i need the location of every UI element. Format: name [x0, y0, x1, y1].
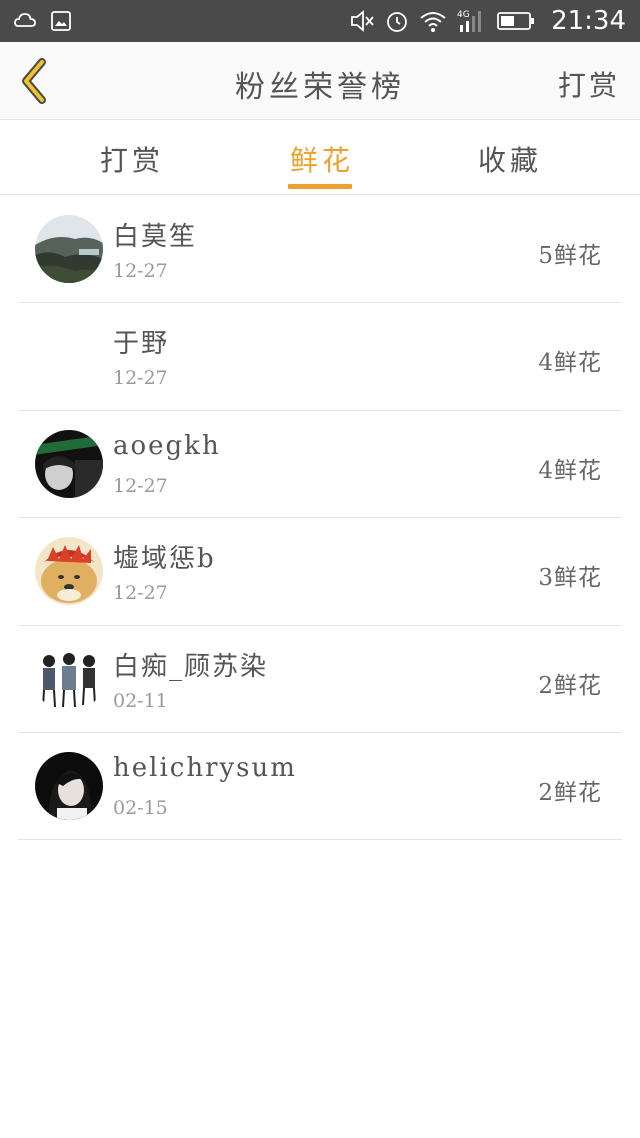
landscape-avatar-image	[35, 215, 103, 283]
flower-count: 2鲜花	[538, 779, 602, 806]
fan-name: 白痴_顾苏染	[113, 651, 269, 682]
wifi-icon	[420, 12, 446, 32]
alarm-icon	[387, 12, 407, 32]
girl-portrait-avatar-image	[35, 751, 103, 820]
clock-time: 21:34	[551, 6, 626, 36]
fan-date: 12-27	[113, 260, 168, 282]
list-item[interactable]: 白莫笙 12-27 5鲜花	[18, 196, 622, 304]
avatar	[35, 322, 103, 390]
status-bar-left	[14, 10, 72, 32]
avatar	[35, 215, 103, 283]
fan-name: aoegkh	[113, 430, 221, 461]
avatar	[35, 644, 103, 713]
sketch-figures-avatar-image	[35, 644, 103, 713]
list-item[interactable]: 白痴_顾苏染 02-11 2鲜花	[18, 626, 622, 733]
fan-name: 白莫笙	[113, 222, 198, 252]
active-tab-indicator	[288, 184, 352, 189]
avatar	[35, 537, 103, 606]
flower-count: 3鲜花	[538, 565, 602, 592]
signal-icon: 4G	[457, 10, 482, 32]
network-type-label: 4G	[457, 10, 470, 20]
flower-count: 5鲜花	[538, 243, 602, 269]
status-bar: 4G 21:34	[0, 0, 640, 42]
dark-portrait-avatar-image	[35, 429, 103, 498]
status-bar-right: 4G 21:34	[349, 6, 626, 36]
tab-flowers[interactable]: 鲜花	[290, 139, 354, 179]
avatar	[35, 751, 103, 820]
fan-date: 02-15	[113, 796, 168, 819]
fan-name: 于野	[113, 329, 170, 360]
flower-count: 4鲜花	[538, 350, 602, 377]
flower-count: 4鲜花	[538, 457, 602, 484]
list-item[interactable]: 于野 12-27 4鲜花	[18, 303, 622, 411]
fan-name: 墟域惩b	[113, 544, 216, 575]
battery-icon	[497, 12, 535, 30]
avatar	[35, 429, 103, 498]
tab-reward[interactable]: 打赏	[100, 139, 164, 179]
list-item[interactable]: aoegkh 12-27 4鲜花	[18, 411, 622, 519]
fan-date: 12-27	[113, 474, 168, 497]
tab-bar: 打赏 鲜花 收藏	[0, 121, 640, 195]
list-item[interactable]: helichrysum 02-15 2鲜花	[18, 733, 622, 841]
flower-count: 2鲜花	[538, 672, 602, 699]
nav-bar: 粉丝荣誉榜 打赏	[0, 42, 640, 120]
doge-avatar-image	[35, 537, 103, 606]
fan-list: 白莫笙 12-27 5鲜花 于野 12-27 4鲜花 aoegkh 12-27 …	[18, 196, 622, 841]
page-title: 粉丝荣誉榜	[235, 70, 405, 105]
reward-button[interactable]: 打赏	[558, 64, 620, 104]
mute-icon	[351, 10, 374, 32]
fan-date: 12-27	[113, 582, 168, 605]
fan-name: helichrysum	[113, 752, 297, 783]
fan-date: 12-27	[113, 367, 168, 390]
tab-favorites[interactable]: 收藏	[478, 139, 542, 179]
cloud-notification-icon	[14, 10, 36, 32]
image-notification-icon	[50, 10, 72, 32]
list-item[interactable]: 墟域惩b 12-27 3鲜花	[18, 518, 622, 626]
fan-date: 02-11	[113, 689, 168, 712]
